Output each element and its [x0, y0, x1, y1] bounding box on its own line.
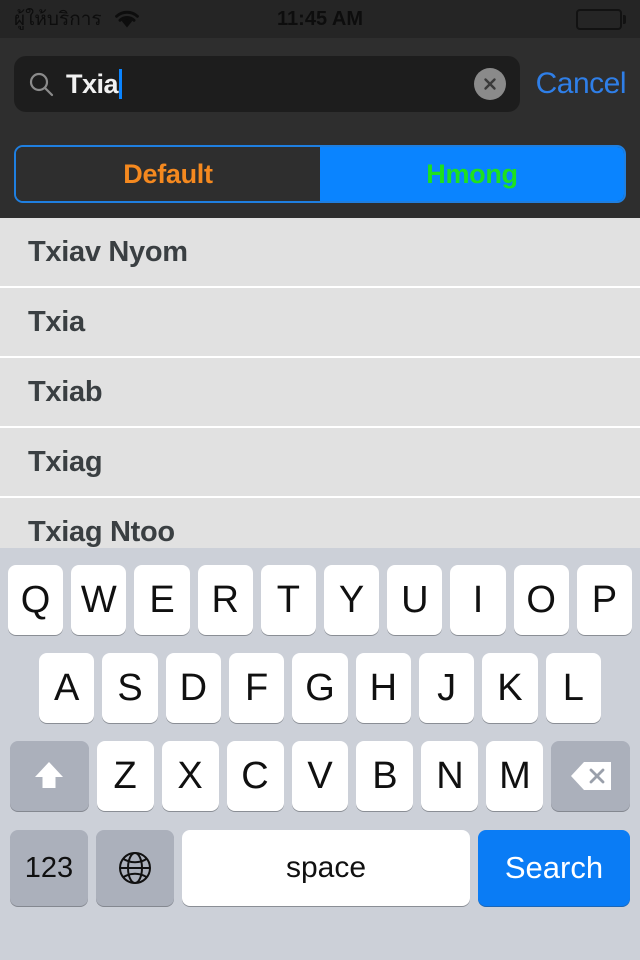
key-h[interactable]: H	[355, 653, 411, 723]
key-z[interactable]: Z	[96, 741, 154, 811]
search-icon	[28, 71, 54, 97]
key-v[interactable]: V	[291, 741, 349, 811]
key-d[interactable]: D	[165, 653, 221, 723]
text-caret	[119, 69, 123, 99]
search-key[interactable]: Search	[478, 830, 630, 906]
shift-arrow-up-icon[interactable]	[10, 741, 89, 811]
key-f[interactable]: F	[229, 653, 285, 723]
list-item-label: Txiav Nyom	[28, 235, 188, 268]
table-row[interactable]: Txiag Ntoo	[0, 498, 640, 548]
key-b[interactable]: B	[356, 741, 414, 811]
key-t[interactable]: T	[260, 565, 316, 635]
list-item-label: Txia	[28, 305, 85, 338]
key-e[interactable]: E	[134, 565, 190, 635]
key-x[interactable]: X	[161, 741, 219, 811]
keyboard-row-1: Q W E R T Y U I O P	[0, 556, 640, 644]
table-row[interactable]: Txiab	[0, 358, 640, 428]
onscreen-keyboard[interactable]: Q W E R T Y U I O P A S D F G H J K L Z …	[0, 548, 640, 960]
key-o[interactable]: O	[513, 565, 569, 635]
segmented-control-container: Default Hmong	[0, 130, 640, 218]
space-key[interactable]: space	[182, 830, 470, 906]
key-u[interactable]: U	[387, 565, 443, 635]
wifi-icon	[112, 8, 142, 30]
carrier-label: ผู้ให้บริการ	[14, 8, 102, 30]
list-item-label: Txiab	[28, 375, 103, 408]
key-r[interactable]: R	[197, 565, 253, 635]
key-m[interactable]: M	[486, 741, 544, 811]
search-input-value: Txia	[66, 68, 119, 99]
list-item-label: Txiag	[28, 445, 103, 478]
key-w[interactable]: W	[71, 565, 127, 635]
key-y[interactable]: Y	[324, 565, 380, 635]
key-p[interactable]: P	[576, 565, 633, 635]
clear-circle-icon[interactable]	[473, 68, 506, 100]
table-row[interactable]: Txia	[0, 288, 640, 358]
search-bar: Txia Cancel	[0, 38, 640, 130]
key-g[interactable]: G	[292, 653, 348, 723]
key-k[interactable]: K	[482, 653, 538, 723]
table-row[interactable]: Txiav Nyom	[0, 218, 640, 288]
key-q[interactable]: Q	[7, 565, 64, 635]
list-item-label: Txiag Ntoo	[28, 515, 175, 548]
key-c[interactable]: C	[226, 741, 284, 811]
segment-hmong-label: Hmong	[426, 158, 518, 189]
status-bar: ผู้ให้บริการ 11:45 AM	[0, 0, 640, 38]
globe-language-icon[interactable]	[96, 830, 174, 906]
key-s[interactable]: S	[102, 653, 158, 723]
search-results-list[interactable]: Txiav Nyom Txia Txiab Txiag Txiag Ntoo	[0, 218, 640, 548]
key-l[interactable]: L	[545, 653, 601, 723]
table-row[interactable]: Txiag	[0, 428, 640, 498]
segmented-control[interactable]: Default Hmong	[14, 145, 626, 203]
cancel-button[interactable]: Cancel	[536, 67, 627, 101]
key-a[interactable]: A	[39, 653, 95, 723]
iphone-screen: ผู้ให้บริการ 11:45 AM Txia Cancel Defaul…	[0, 0, 640, 960]
key-n[interactable]: N	[421, 741, 479, 811]
segment-hmong[interactable]: Hmong	[320, 147, 624, 201]
keyboard-row-3: Z X C V B N M	[0, 732, 640, 820]
segment-default[interactable]: Default	[16, 147, 320, 201]
search-input[interactable]: Txia	[14, 56, 520, 112]
backspace-delete-icon[interactable]	[551, 741, 630, 811]
key-j[interactable]: J	[418, 653, 475, 723]
segment-default-label: Default	[123, 158, 213, 189]
keyboard-row-2: A S D F G H J K L	[0, 644, 640, 732]
battery-icon	[576, 8, 626, 30]
key-i[interactable]: I	[450, 565, 506, 635]
keyboard-row-4: 123 space Search	[0, 820, 640, 916]
numbers-key[interactable]: 123	[10, 830, 88, 906]
